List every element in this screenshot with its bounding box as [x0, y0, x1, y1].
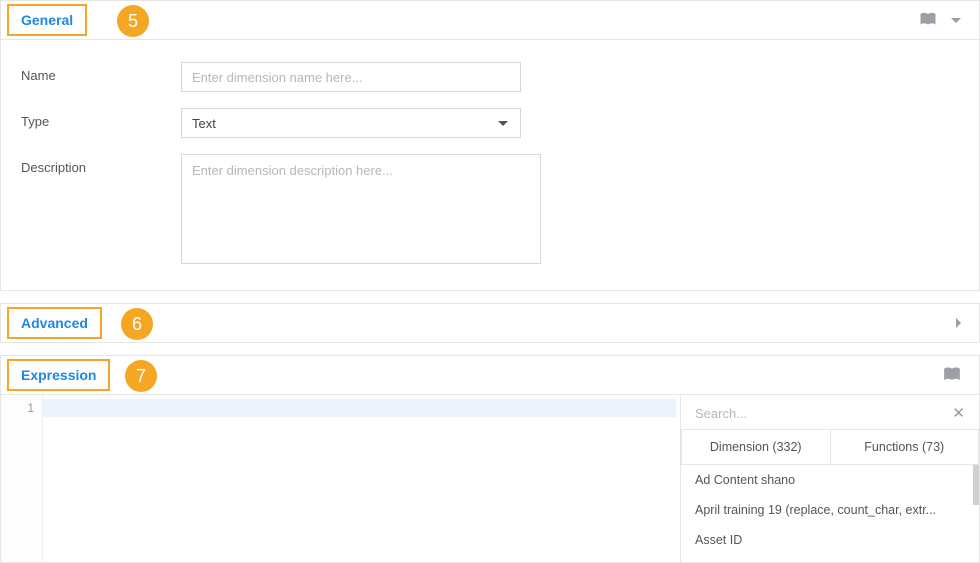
type-select[interactable]: Text	[181, 108, 521, 138]
type-select-value: Text	[192, 116, 498, 131]
type-label: Type	[21, 108, 181, 129]
dimension-list: Ad Content shano April training 19 (repl…	[681, 465, 979, 562]
expression-section-header[interactable]: Expression 7	[0, 355, 980, 395]
docs-icon[interactable]	[919, 11, 937, 29]
callout-badge-7: 7	[125, 360, 157, 392]
description-input[interactable]	[181, 154, 541, 264]
list-item[interactable]: Asset ID	[681, 525, 979, 555]
name-label: Name	[21, 62, 181, 83]
editor-active-line[interactable]	[43, 399, 676, 417]
advanced-section-header[interactable]: Advanced 6	[0, 303, 980, 343]
general-title: General	[21, 12, 73, 28]
chevron-down-icon	[498, 121, 508, 126]
tab-functions[interactable]: Functions (73)	[831, 429, 980, 464]
expression-title: Expression	[21, 367, 96, 383]
side-tabs: Dimension (332) Functions (73)	[681, 429, 979, 465]
description-label: Description	[21, 154, 181, 175]
editor-gutter: 1	[1, 395, 43, 562]
expression-side-panel: ✕ Dimension (332) Functions (73) Ad Cont…	[681, 395, 979, 562]
general-section-header[interactable]: General 5	[0, 0, 980, 40]
expression-editor[interactable]: 1	[1, 395, 681, 562]
name-input[interactable]	[181, 62, 521, 92]
editor-content[interactable]	[43, 395, 680, 562]
tab-dimension[interactable]: Dimension (332)	[681, 429, 831, 464]
callout-badge-6: 6	[121, 308, 153, 340]
close-icon[interactable]: ✕	[948, 400, 969, 426]
advanced-title: Advanced	[21, 315, 88, 331]
list-item[interactable]: Ad Content shano	[681, 465, 979, 495]
scrollbar[interactable]	[973, 465, 979, 505]
docs-icon[interactable]	[943, 366, 961, 384]
list-item[interactable]: April training 19 (replace, count_char, …	[681, 495, 979, 525]
search-input[interactable]	[695, 406, 948, 421]
chevron-down-icon[interactable]	[951, 18, 961, 23]
callout-badge-5: 5	[117, 5, 149, 37]
expression-section-body: 1 ✕ Dimension (332) Functions (73) Ad Co…	[0, 395, 980, 563]
chevron-right-icon[interactable]	[956, 318, 961, 328]
general-section-body: Name Type Text Description	[0, 40, 980, 291]
gutter-line-1: 1	[1, 399, 42, 417]
